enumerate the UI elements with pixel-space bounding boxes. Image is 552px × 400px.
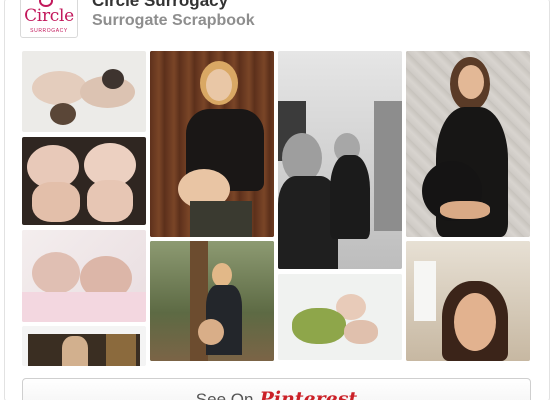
pin-twin-babies-on-blanket[interactable] [22, 51, 146, 132]
pin-newborns-green-wrap[interactable] [278, 274, 402, 360]
see-on-pinterest-button[interactable]: See On Pinterest [22, 378, 531, 400]
pinterest-board-widget: Circle SURROGACY Circle Surrogacy Surrog… [0, 0, 552, 400]
board-owner-name[interactable]: Circle Surrogacy [92, 0, 228, 11]
logo-subtext: SURROGACY [30, 28, 68, 34]
pin-woman-portrait-home[interactable] [406, 241, 530, 361]
pin-twin-newborns-dark-blanket[interactable] [22, 137, 146, 225]
pin-sleeping-newborns[interactable] [22, 230, 146, 322]
board-title[interactable]: Surrogate Scrapbook [92, 12, 255, 30]
pin-couple-selfie-bw[interactable] [278, 51, 402, 269]
see-on-label: See On [195, 390, 254, 400]
pin-pregnant-woman-wood-wall[interactable] [150, 51, 274, 237]
logo-text: Circle [24, 6, 74, 26]
pin-woman-window[interactable] [22, 326, 146, 366]
circle-surrogacy-logo[interactable]: Circle SURROGACY [20, 0, 78, 38]
pin-pregnant-woman-outdoors[interactable] [150, 241, 274, 361]
pinterest-logo-icon: Pinterest [259, 388, 358, 400]
pin-pregnant-woman-black-dress[interactable] [406, 51, 530, 237]
